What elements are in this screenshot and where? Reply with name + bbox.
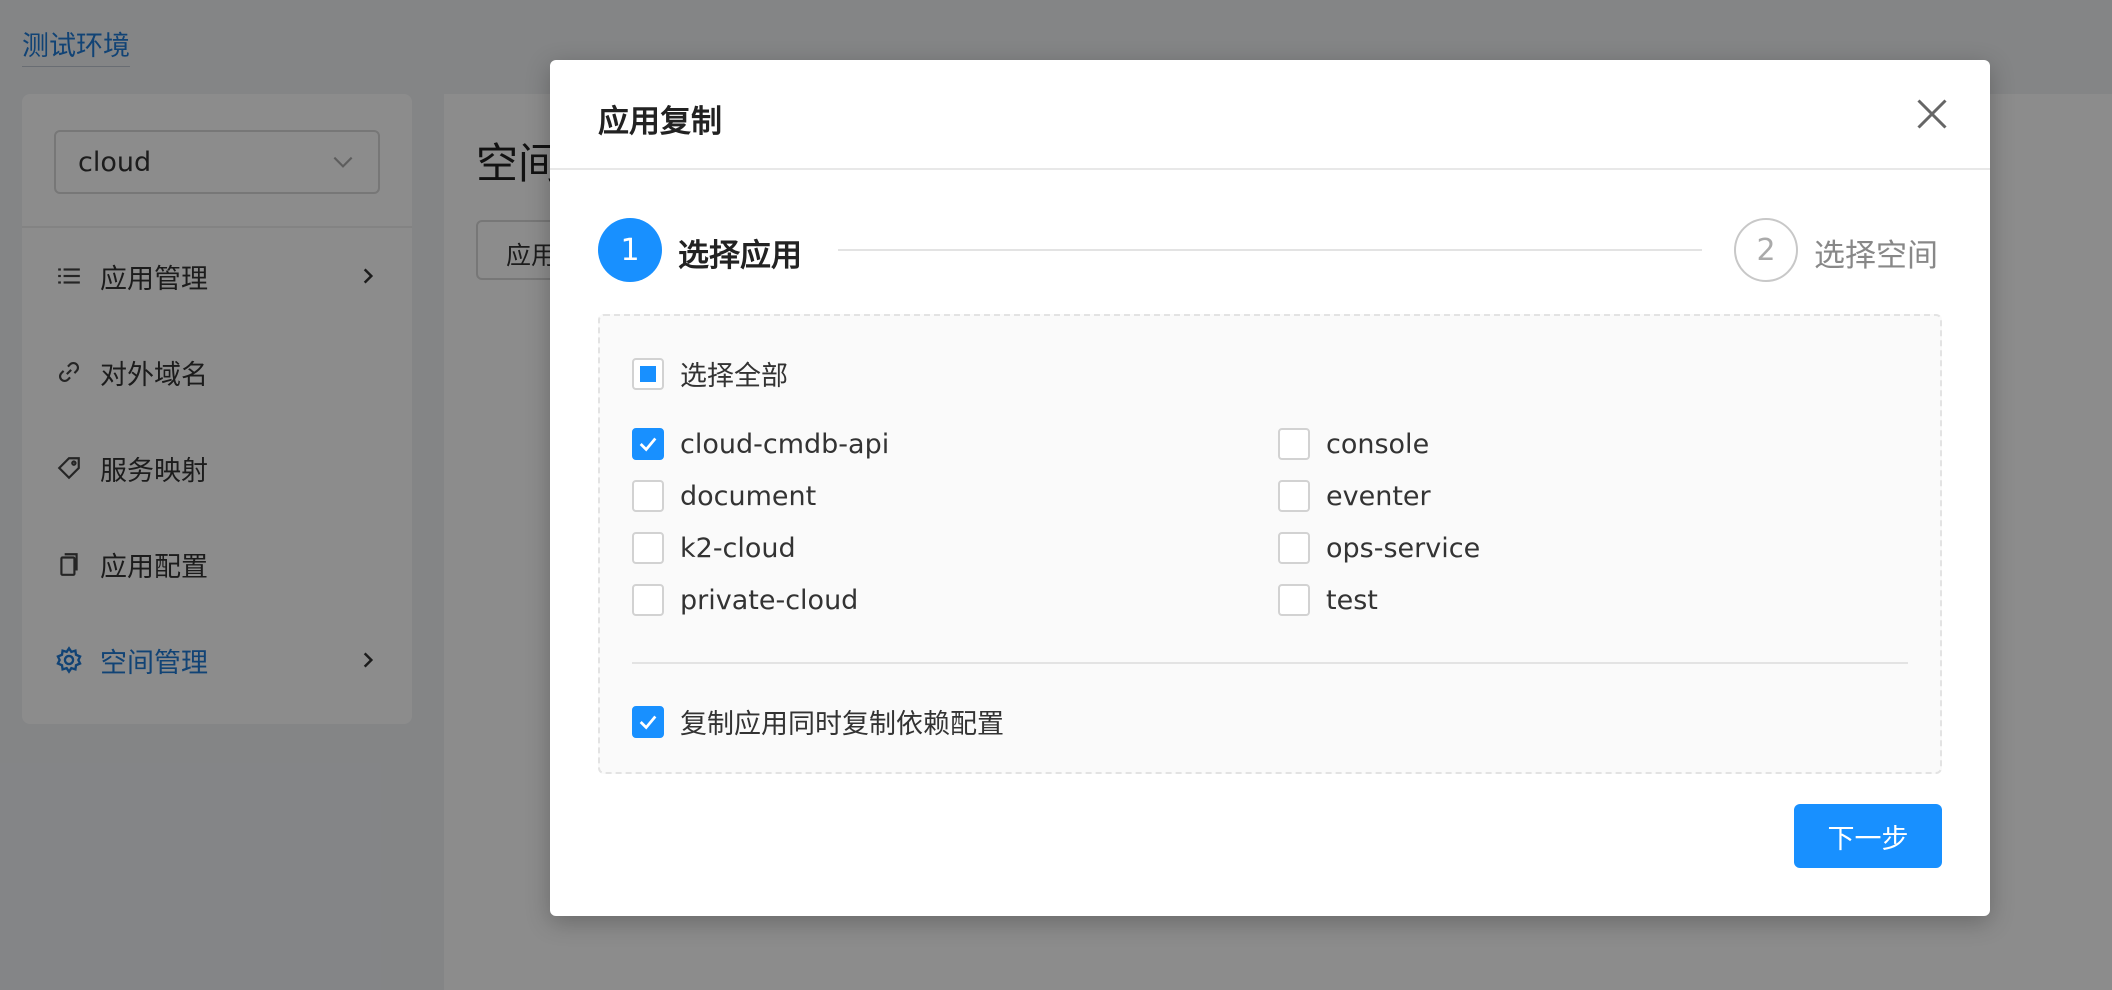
- close-icon[interactable]: [1914, 96, 1950, 132]
- app-checkbox-console[interactable]: console: [1278, 428, 1429, 460]
- checkbox-label: ops-service: [1326, 532, 1481, 564]
- app-copy-modal: 应用复制 1 选择应用 2 选择空间 选择全部 cloud-cmdb-api c…: [550, 60, 1990, 916]
- step-1-label: 选择应用: [678, 238, 802, 274]
- step-2-circle: 2: [1734, 218, 1798, 282]
- check-icon: [639, 715, 657, 730]
- step-connector: [838, 249, 1702, 251]
- checkbox-label: test: [1326, 584, 1378, 616]
- checkbox-checked[interactable]: [632, 705, 664, 738]
- app-selection-box: 选择全部 cloud-cmdb-api console document eve…: [598, 314, 1942, 774]
- select-all-checkbox[interactable]: 选择全部: [632, 354, 788, 393]
- checkbox-unchecked[interactable]: [1278, 532, 1310, 564]
- checkbox-label: document: [680, 480, 817, 512]
- copy-dependencies-checkbox[interactable]: 复制应用同时复制依赖配置: [632, 702, 1004, 741]
- checkbox-unchecked[interactable]: [1278, 428, 1310, 460]
- checkbox-indeterminate[interactable]: [632, 357, 664, 390]
- checkbox-label: cloud-cmdb-api: [680, 428, 890, 460]
- app-checkbox-cloud-cmdb-api[interactable]: cloud-cmdb-api: [632, 428, 889, 460]
- checkbox-unchecked[interactable]: [632, 584, 664, 616]
- app-checkbox-private-cloud[interactable]: private-cloud: [632, 584, 858, 616]
- app-checkbox-document[interactable]: document: [632, 480, 816, 512]
- step-2-label: 选择空间: [1814, 238, 1938, 274]
- check-icon: [639, 437, 657, 452]
- next-step-button[interactable]: 下一步: [1794, 804, 1942, 868]
- checkbox-unchecked[interactable]: [632, 532, 664, 564]
- box-divider: [632, 662, 1908, 664]
- checkbox-unchecked[interactable]: [1278, 480, 1310, 512]
- modal-title: 应用复制: [598, 104, 722, 140]
- checkbox-label: 选择全部: [680, 361, 788, 392]
- step-1-circle: 1: [598, 218, 662, 282]
- app-checkbox-test[interactable]: test: [1278, 584, 1378, 616]
- app-checkbox-ops-service[interactable]: ops-service: [1278, 532, 1480, 564]
- app-checkbox-eventer[interactable]: eventer: [1278, 480, 1431, 512]
- steps: 1 选择应用 2 选择空间: [598, 218, 1942, 282]
- modal-header: 应用复制: [550, 60, 1990, 170]
- checkbox-label: private-cloud: [680, 584, 859, 616]
- checkbox-label: console: [1326, 428, 1430, 460]
- checkbox-label: k2-cloud: [680, 532, 796, 564]
- app-checkbox-k2-cloud[interactable]: k2-cloud: [632, 532, 796, 564]
- checkbox-label: 复制应用同时复制依赖配置: [680, 709, 1004, 740]
- checkbox-label: eventer: [1326, 480, 1431, 512]
- checkbox-unchecked[interactable]: [632, 480, 664, 512]
- checkbox-unchecked[interactable]: [1278, 584, 1310, 616]
- checkbox-checked[interactable]: [632, 428, 664, 460]
